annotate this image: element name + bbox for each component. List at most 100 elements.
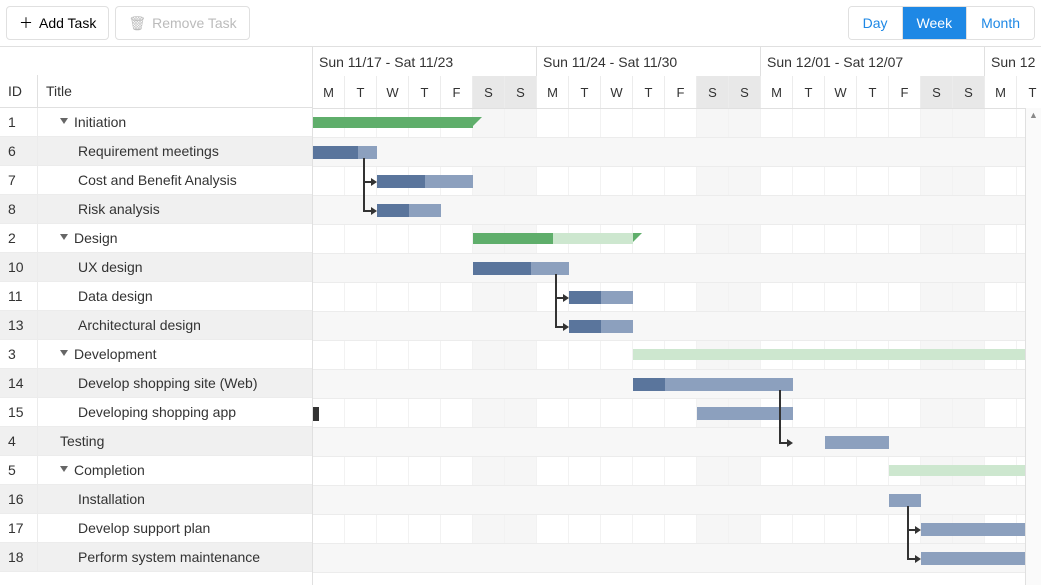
scrollbar[interactable] xyxy=(1025,108,1041,585)
task-bar[interactable] xyxy=(377,204,441,217)
dependency-arrow-icon xyxy=(563,294,569,302)
summary-bar[interactable] xyxy=(889,465,1041,476)
table-row[interactable]: 8Risk analysis xyxy=(0,195,312,224)
day-header: T xyxy=(1017,76,1041,108)
week-header: Sun 11/17 - Sat 11/23 xyxy=(313,47,537,76)
milestone-icon[interactable] xyxy=(313,407,319,421)
timeline-row xyxy=(313,312,1041,341)
task-bar[interactable] xyxy=(377,175,473,188)
dependency-arrow-icon xyxy=(787,439,793,447)
table-row[interactable]: 16Installation xyxy=(0,485,312,514)
task-id: 5 xyxy=(0,456,38,484)
right-pane: Sun 11/17 - Sat 11/23Sun 11/24 - Sat 11/… xyxy=(313,47,1041,585)
day-row: MTWTFSSMTWTFSSMTWTFSSMT xyxy=(313,76,1041,108)
view-week-button[interactable]: Week xyxy=(903,7,968,39)
table-row[interactable]: 10UX design xyxy=(0,253,312,282)
table-row[interactable]: 15Developing shopping app xyxy=(0,398,312,427)
task-title: Data design xyxy=(38,282,312,310)
table-row[interactable]: 5Completion xyxy=(0,456,312,485)
task-id: 4 xyxy=(0,427,38,455)
timeline-row xyxy=(313,196,1041,225)
task-title: Risk analysis xyxy=(38,195,312,223)
task-id: 15 xyxy=(0,398,38,426)
task-title: UX design xyxy=(38,253,312,281)
table-row[interactable]: 11Data design xyxy=(0,282,312,311)
timeline-row xyxy=(313,428,1041,457)
task-id: 6 xyxy=(0,137,38,165)
table-row[interactable]: 3Development xyxy=(0,340,312,369)
timeline-row xyxy=(313,486,1041,515)
task-title: Installation xyxy=(38,485,312,513)
day-header: S xyxy=(921,76,953,108)
task-list: 1Initiation6Requirement meetings7Cost an… xyxy=(0,108,312,585)
gantt-container: ID Title 1Initiation6Requirement meeting… xyxy=(0,46,1041,585)
view-toggle: Day Week Month xyxy=(848,6,1035,40)
day-header: T xyxy=(633,76,665,108)
task-id: 10 xyxy=(0,253,38,281)
timeline-row xyxy=(313,283,1041,312)
plus-icon: ＋ xyxy=(19,13,33,33)
day-header: S xyxy=(953,76,985,108)
task-bar[interactable] xyxy=(889,494,921,507)
task-bar[interactable] xyxy=(633,378,793,391)
task-title: Completion xyxy=(38,456,312,484)
table-row[interactable]: 17Develop support plan xyxy=(0,514,312,543)
remove-task-button[interactable]: 🗑 Remove Task xyxy=(115,6,249,40)
table-row[interactable]: 2Design xyxy=(0,224,312,253)
task-title: Design xyxy=(38,224,312,252)
task-title: Developing shopping app xyxy=(38,398,312,426)
day-header: S xyxy=(697,76,729,108)
dependency-line xyxy=(363,158,365,210)
timeline-row xyxy=(313,109,1041,138)
day-header: T xyxy=(793,76,825,108)
table-row[interactable]: 14Develop shopping site (Web) xyxy=(0,369,312,398)
day-header: F xyxy=(665,76,697,108)
table-row[interactable]: 4Testing xyxy=(0,427,312,456)
table-row[interactable]: 6Requirement meetings xyxy=(0,137,312,166)
task-title: Development xyxy=(38,340,312,368)
task-bar[interactable] xyxy=(569,320,633,333)
expand-icon[interactable] xyxy=(60,466,68,472)
column-title-header[interactable]: Title xyxy=(38,75,312,107)
view-day-button[interactable]: Day xyxy=(849,7,903,39)
task-bar[interactable] xyxy=(921,552,1041,565)
add-task-button[interactable]: ＋ Add Task xyxy=(6,6,109,40)
task-bar[interactable] xyxy=(825,436,889,449)
view-month-button[interactable]: Month xyxy=(967,7,1034,39)
summary-bar[interactable] xyxy=(473,233,633,244)
day-header: M xyxy=(985,76,1017,108)
task-bar[interactable] xyxy=(921,523,1041,536)
dependency-arrow-icon xyxy=(915,555,921,563)
task-id: 3 xyxy=(0,340,38,368)
day-header: T xyxy=(345,76,377,108)
expand-icon[interactable] xyxy=(60,234,68,240)
timeline-row xyxy=(313,254,1041,283)
timeline-row xyxy=(313,225,1041,254)
day-header: W xyxy=(601,76,633,108)
timeline-row xyxy=(313,370,1041,399)
task-title: Testing xyxy=(38,427,312,455)
table-row[interactable]: 7Cost and Benefit Analysis xyxy=(0,166,312,195)
task-id: 13 xyxy=(0,311,38,339)
expand-icon[interactable] xyxy=(60,350,68,356)
timeline-body[interactable] xyxy=(313,109,1041,573)
task-id: 2 xyxy=(0,224,38,252)
task-bar[interactable] xyxy=(313,146,377,159)
task-bar[interactable] xyxy=(569,291,633,304)
remove-task-label: Remove Task xyxy=(152,15,237,31)
left-pane: ID Title 1Initiation6Requirement meeting… xyxy=(0,47,313,585)
week-header: Sun 11/24 - Sat 11/30 xyxy=(537,47,761,76)
task-id: 1 xyxy=(0,108,38,136)
expand-icon[interactable] xyxy=(60,118,68,124)
summary-bar[interactable] xyxy=(633,349,1041,360)
summary-bar[interactable] xyxy=(313,117,473,128)
dependency-arrow-icon xyxy=(371,207,377,215)
column-id-header[interactable]: ID xyxy=(0,75,38,107)
table-row[interactable]: 1Initiation xyxy=(0,108,312,137)
left-header: ID Title xyxy=(0,47,312,108)
table-row[interactable]: 13Architectural design xyxy=(0,311,312,340)
day-header: S xyxy=(505,76,537,108)
day-header: T xyxy=(857,76,889,108)
dependency-line xyxy=(555,274,557,326)
table-row[interactable]: 18Perform system maintenance xyxy=(0,543,312,572)
